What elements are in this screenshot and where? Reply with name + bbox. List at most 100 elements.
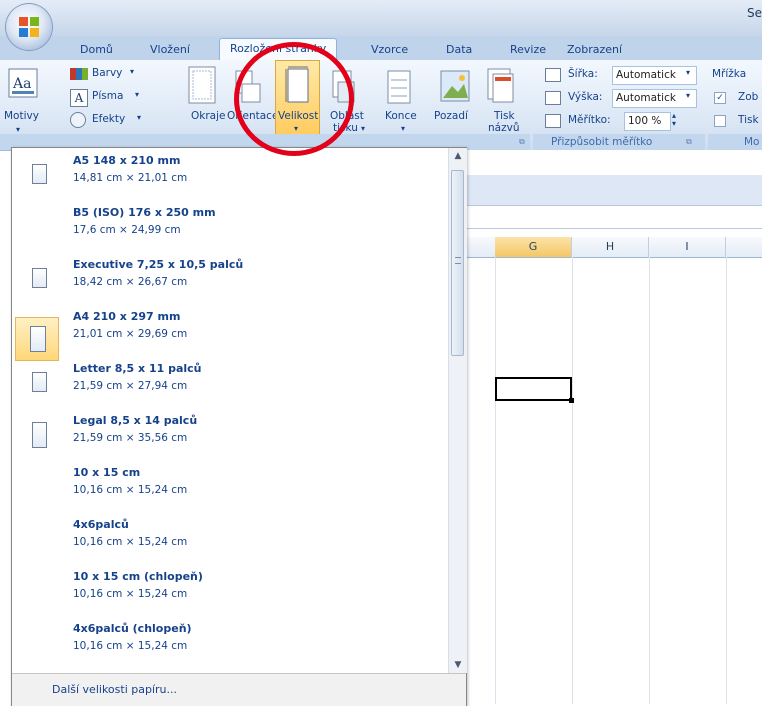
motivy-label[interactable]: Motivy [4, 110, 39, 122]
meritko-spin-icon[interactable]: ▴ ▾ [672, 112, 676, 128]
page-size-item-10x15[interactable]: 10 x 15 cm 10,16 cm × 15,24 cm [12, 460, 448, 512]
fit-dialog-launcher-icon[interactable]: ⧉ [686, 137, 692, 147]
page-size-name: 4x6palců (chlopeň) [73, 622, 192, 635]
page-icon [32, 268, 47, 288]
print-titles-icon[interactable] [487, 68, 515, 104]
page-size-name: A5 148 x 210 mm [73, 154, 181, 167]
more-paper-sizes-link[interactable]: Další velikosti papíru... [52, 683, 177, 696]
background-icon[interactable] [440, 70, 470, 104]
page-size-name: B5 (ISO) 176 x 250 mm [73, 206, 216, 219]
page-size-item-a4[interactable]: A4 210 x 297 mm 21,01 cm × 29,69 cm [12, 304, 448, 361]
motivy-chevron-icon: ▾ [16, 125, 21, 134]
tisk-checkbox[interactable] [714, 115, 726, 127]
height-icon [545, 91, 561, 105]
tisk-label: Tisk [738, 114, 759, 126]
meritko-spinner[interactable]: 100 % [624, 112, 671, 131]
column-header-next[interactable] [726, 237, 762, 258]
colors-icon [70, 68, 88, 80]
page-size-name: Executive 7,25 x 10,5 palců [73, 258, 244, 271]
barvy-button[interactable]: Barvy [92, 67, 122, 79]
pisma-chevron-icon: ▾ [135, 90, 140, 99]
selected-highlight [15, 317, 59, 361]
window-title: Se [747, 6, 762, 20]
sheet-options-group-footer: Mo [708, 134, 762, 150]
svg-text:Aa: Aa [12, 76, 31, 92]
oblast-tisku-chevron-icon: ▾ [361, 124, 366, 133]
page-size-dims: 10,16 cm × 15,24 cm [73, 588, 188, 600]
page-size-dims: 21,01 cm × 29,69 cm [73, 328, 188, 340]
okraje-button[interactable]: Okraje [191, 110, 225, 122]
margins-icon[interactable] [188, 66, 216, 104]
page-size-dims: 21,59 cm × 27,94 cm [73, 380, 188, 392]
scale-icon [545, 114, 561, 128]
office-button[interactable] [6, 4, 52, 50]
page-size-name: 10 x 15 cm (chlopeň) [73, 570, 203, 583]
page-size-dims: 18,42 cm × 26,67 cm [73, 276, 188, 288]
page-size-name: Legal 8,5 x 14 palců [73, 414, 198, 427]
efekty-button[interactable]: Efekty [92, 113, 125, 125]
page-size-dims: 21,59 cm × 35,56 cm [73, 432, 188, 444]
konce-button[interactable]: Konce [385, 110, 417, 122]
page-icon [32, 422, 47, 448]
tab-domu[interactable]: Domů [80, 40, 113, 60]
tisk-nazvu-button[interactable]: Tisk [494, 110, 515, 122]
vyska-chevron-icon: ▾ [686, 91, 691, 100]
scroll-up-icon[interactable]: ▲ [449, 148, 467, 164]
column-header-i[interactable]: I [649, 237, 726, 258]
annotation-circle [234, 42, 354, 156]
fit-group-label: Přizpůsobit měřítko [551, 136, 653, 148]
page-size-dims: 14,81 cm × 21,01 cm [73, 172, 188, 184]
pisma-button[interactable]: Písma [92, 90, 123, 102]
sirka-chevron-icon: ▾ [686, 68, 691, 77]
page-size-item-legal[interactable]: Legal 8,5 x 14 palců 21,59 cm × 35,56 cm [12, 408, 448, 460]
tab-data[interactable]: Data [446, 40, 472, 60]
dropdown-scrollbar[interactable]: ▲ ▼ [448, 148, 467, 673]
sheet-options-group-label: Mo [744, 136, 760, 148]
page-size-name: 4x6palců [73, 518, 129, 531]
breaks-icon[interactable] [382, 70, 412, 104]
zobrazit-checkbox[interactable]: ✓ [714, 92, 726, 104]
tab-revize[interactable]: Revize [510, 40, 546, 60]
gridline [572, 257, 573, 704]
active-cell[interactable] [495, 377, 574, 403]
meritko-label: Měřítko: [568, 114, 611, 126]
tab-zobrazeni[interactable]: Zobrazení [567, 40, 622, 60]
pozadi-button[interactable]: Pozadí [434, 110, 468, 122]
page-size-item-b5[interactable]: B5 (ISO) 176 x 250 mm 17,6 cm × 24,99 cm [12, 200, 448, 252]
scroll-thumb[interactable] [451, 170, 464, 356]
grip-icon [455, 257, 461, 264]
width-icon [545, 68, 561, 82]
tab-vzorce[interactable]: Vzorce [371, 40, 408, 60]
sirka-select[interactable]: Automatick [612, 66, 697, 85]
page-size-item-10x15-flap[interactable]: 10 x 15 cm (chlopeň) 10,16 cm × 15,24 cm [12, 564, 448, 616]
gridline [649, 257, 650, 704]
page-size-item-4x6[interactable]: 4x6palců 10,16 cm × 15,24 cm [12, 512, 448, 564]
page-size-item-a5[interactable]: A5 148 x 210 mm 14,81 cm × 21,01 cm [12, 148, 448, 200]
page-icon [30, 326, 46, 352]
fit-group-footer: Přizpůsobit měřítko [533, 134, 705, 150]
ribbon-tabs: Domů Vložení Rozložení stránky Vzorce Da… [0, 36, 762, 61]
fonts-icon: A [70, 89, 88, 107]
effects-icon [70, 112, 86, 128]
gridline [726, 257, 727, 704]
vyska-select[interactable]: Automatick [612, 89, 697, 108]
scroll-down-icon[interactable]: ▼ [449, 657, 467, 673]
page-size-dims: 10,16 cm × 15,24 cm [73, 484, 188, 496]
column-header-h[interactable]: H [572, 237, 649, 258]
name-box-bar [465, 175, 762, 205]
page-setup-dialog-launcher-icon[interactable]: ⧉ [519, 137, 525, 147]
tab-vlozeni[interactable]: Vložení [150, 40, 190, 60]
page-size-item-4x6-flap[interactable]: 4x6palců (chlopeň) 10,16 cm × 15,24 cm [12, 616, 448, 668]
page-size-dims: 10,16 cm × 15,24 cm [73, 536, 188, 548]
page-size-item-letter[interactable]: Letter 8,5 x 11 palců 21,59 cm × 27,94 c… [12, 356, 448, 408]
formula-bar[interactable] [465, 205, 762, 229]
tisk-nazvu-label-2: názvů [488, 122, 520, 134]
more-paper-sizes-bar: Další velikosti papíru... [12, 673, 466, 706]
column-header-g[interactable]: G [495, 237, 572, 258]
ribbon: Aa Motivy ▾ Barvy ▾ A Písma ▾ Efekty ▾ O… [0, 60, 762, 151]
fill-handle[interactable] [569, 398, 574, 403]
page-size-item-executive[interactable]: Executive 7,25 x 10,5 palců 18,42 cm × 2… [12, 252, 448, 304]
column-header-blank[interactable] [465, 237, 496, 258]
themes-icon[interactable]: Aa [8, 68, 38, 98]
office-logo-icon [19, 17, 39, 37]
